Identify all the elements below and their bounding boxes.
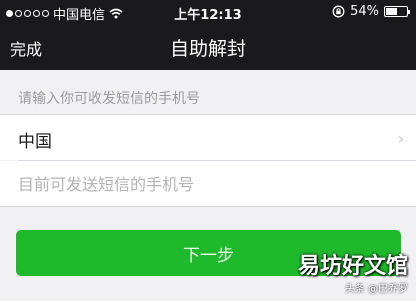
- country-selector[interactable]: 中国 ›: [0, 114, 416, 160]
- watermark-logo: 易坊好文馆: [297, 254, 408, 279]
- phone-hint-label: 请输入你可收发短信的手机号: [18, 91, 200, 107]
- rotation-lock-icon: [332, 5, 345, 18]
- country-label: 中国: [18, 132, 52, 152]
- battery-icon: [384, 6, 410, 17]
- navigation-bar: 完成 自助解封: [0, 24, 416, 70]
- chevron-right-icon: ›: [397, 129, 404, 148]
- page-title: 自助解封: [169, 38, 246, 60]
- status-right: 54%: [332, 4, 410, 19]
- status-bar: 中国电信 上午12:13 54%: [0, 0, 416, 24]
- watermark-credit: 头条 @巴乔罗: [344, 284, 408, 295]
- battery-fill: [386, 8, 397, 15]
- phone-row: [0, 161, 416, 207]
- battery-percent: 54%: [350, 4, 379, 19]
- watermark: 易坊好文馆 头条 @巴乔罗: [298, 248, 408, 295]
- phone-input[interactable]: [18, 171, 398, 197]
